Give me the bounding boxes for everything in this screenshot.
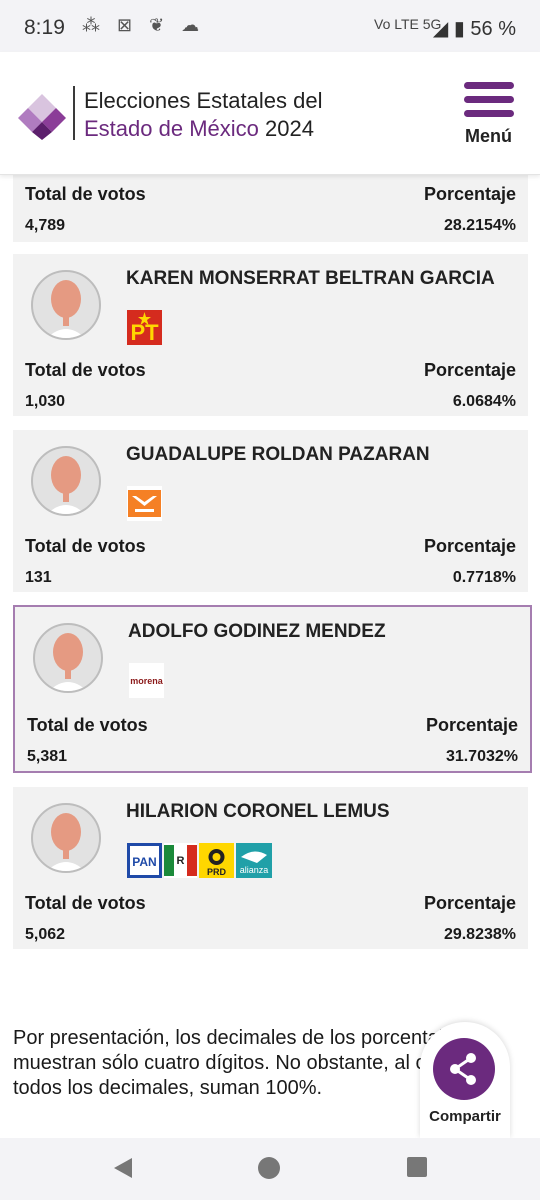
status-bar: 8:19 ⁂ ⊠ ❦ ☁ Vo LTE 5G ◢ ▮ 56 % [0,0,540,52]
home-icon[interactable] [258,1157,280,1179]
recents-icon[interactable] [407,1157,427,1177]
avatar-icon [31,270,101,340]
back-icon[interactable] [112,1157,134,1179]
votes-label: Total de votos [25,360,146,380]
percentage-label: Porcentaje [423,536,516,556]
share-icon [433,1038,495,1100]
candidate-name: KAREN MONSERRAT BELTRAN GARCIA [126,268,495,289]
share-label: Compartir [429,1108,501,1125]
brand-title-state: Estado de México [84,116,259,141]
battery-level: 56 % [470,18,516,40]
notification-icons: ⁂ ⊠ ❦ ☁ [82,15,206,35]
system-nav-bar [0,1138,540,1200]
percentage-value: 31.7032% [445,748,518,765]
movimiento-ciudadano-logo [127,486,162,521]
svg-text:alianza: alianza [240,865,269,875]
candidate-card: KAREN MONSERRAT BELTRAN GARCIA PT Total … [13,254,528,416]
nueva-alianza-logo: alianza [236,843,272,878]
votes-label: Total de votos [25,536,146,556]
svg-text:PRD: PRD [207,867,227,877]
prd-logo: PRD [199,843,234,878]
percentage-value: 29.8238% [443,926,516,943]
candidate-card-highlighted: ADOLFO GODINEZ MENDEZ morena Total de vo… [13,605,532,773]
menu-icon [464,82,514,89]
votes-value: 5,062 [25,926,66,943]
candidate-card-partial: Total de votos Porcentaje 4,789 28.2154% [13,174,528,242]
votes-value: 4,789 [25,217,66,234]
votes-label: Total de votos [25,184,146,204]
network-indicator: Vo LTE 5G [374,16,442,32]
svg-text:PAN: PAN [132,855,156,869]
app-header: Elecciones Estatales del Estado de Méxic… [0,52,540,175]
percentage-value: 0.7718% [452,569,516,586]
votes-label: Total de votos [27,715,148,735]
status-time: 8:19 [24,16,65,39]
candidate-name: HILARION CORONEL LEMUS [126,801,390,822]
candidate-name: ADOLFO GODINEZ MENDEZ [128,621,386,642]
ieem-logo [18,94,66,140]
avatar-icon [31,803,101,873]
share-button[interactable]: Compartir [420,1022,510,1138]
candidate-name: GUADALUPE ROLDAN PAZARAN [126,444,430,465]
brand-title-year: 2024 [265,116,314,141]
brand-title-line1: Elecciones Estatales del [84,88,323,113]
logo-divider [73,86,75,140]
coalition-logos: PAN R PRD alianza [127,843,272,878]
percentage-value: 6.0684% [452,393,516,410]
avatar-icon [31,446,101,516]
votes-value: 131 [25,569,52,586]
avatar-icon [33,623,103,693]
pan-logo: PAN [127,843,162,878]
percentage-label: Porcentaje [423,360,516,380]
signal-icon: ◢ [432,18,449,40]
percentage-label: Porcentaje [425,715,518,735]
battery-indicator: ◢ ▮ 56 % [433,16,516,41]
percentage-label: Porcentaje [423,184,516,204]
pt-logo: PT [127,310,162,345]
menu-label: Menú [465,126,512,146]
pri-logo: R [164,843,197,878]
votes-value: 1,030 [25,393,66,410]
battery-icon: ▮ [453,18,465,40]
menu-button[interactable]: Menú [462,82,518,152]
svg-text:R: R [177,855,185,867]
percentage-label: Porcentaje [423,893,516,913]
morena-logo: morena [129,663,164,698]
candidate-card: GUADALUPE ROLDAN PAZARAN Total de votos … [13,430,528,592]
votes-value: 5,381 [27,748,68,765]
brand-title-line2: Estado de México 2024 [84,116,314,142]
candidate-card: HILARION CORONEL LEMUS PAN R PRD alianza… [13,787,528,949]
votes-label: Total de votos [25,893,146,913]
svg-text:PT: PT [130,320,159,345]
percentage-value: 28.2154% [443,217,516,234]
